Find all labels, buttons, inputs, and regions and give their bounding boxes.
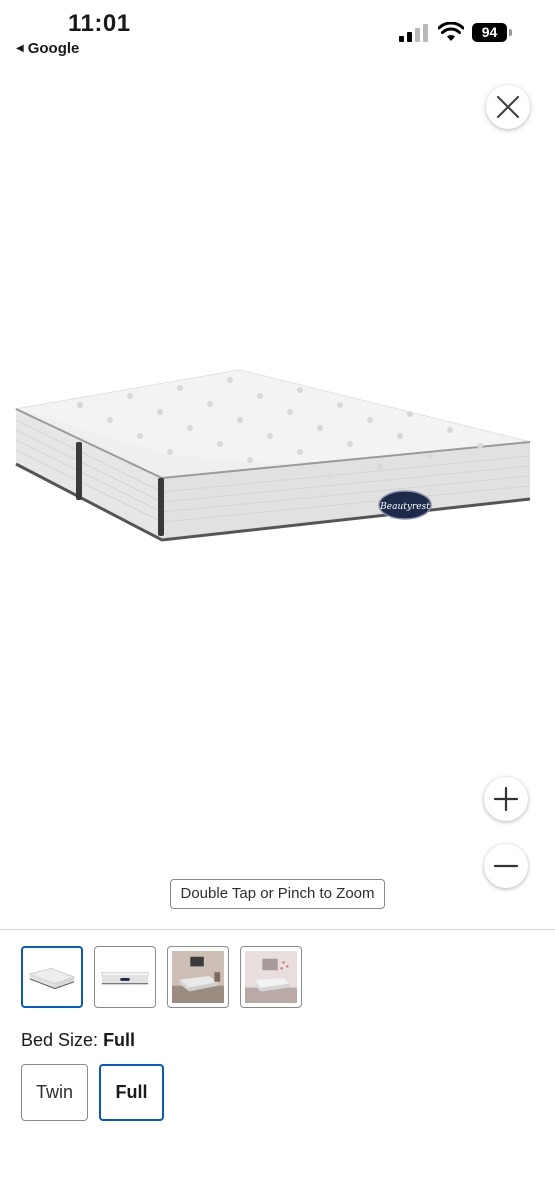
bed-size-heading: Bed Size: Full [21, 1030, 135, 1051]
thumbnail-mattress-side[interactable] [94, 946, 156, 1008]
size-option-twin[interactable]: Twin [21, 1064, 88, 1121]
size-option-full[interactable]: Full [99, 1064, 164, 1121]
thumbnail-bedroom-scene-2[interactable] [240, 946, 302, 1008]
size-options: Twin Full [21, 1064, 164, 1121]
close-button[interactable] [486, 85, 530, 129]
plus-icon [493, 786, 519, 812]
zoom-hint: Double Tap or Pinch to Zoom [170, 879, 385, 909]
wifi-icon [438, 22, 464, 41]
zoom-out-button[interactable] [484, 844, 528, 888]
battery-icon: 94 [472, 23, 512, 42]
thumbnail-bedroom-scene-1[interactable] [167, 946, 229, 1008]
cellular-signal-icon [399, 24, 428, 42]
thumbnail-strip [21, 946, 302, 1008]
minus-icon [493, 864, 519, 868]
bed-size-label: Bed Size: [21, 1030, 99, 1050]
divider [0, 929, 555, 930]
back-app-label: Google [27, 40, 80, 57]
bed-size-selected-value: Full [103, 1030, 136, 1050]
brand-badge: Beautyrest [379, 502, 430, 512]
status-bar: 11:01 ◀ Google 94 [0, 0, 555, 62]
back-arrow-icon: ◀ [16, 43, 24, 54]
back-to-app-link[interactable]: ◀ Google [16, 40, 79, 57]
zoom-in-button[interactable] [484, 777, 528, 821]
clock: 11:01 [68, 10, 131, 37]
battery-level: 94 [472, 23, 507, 42]
thumbnail-mattress-angle[interactable] [21, 946, 83, 1008]
close-icon [496, 95, 520, 119]
product-image-mattress[interactable]: Beautyrest [0, 340, 555, 600]
